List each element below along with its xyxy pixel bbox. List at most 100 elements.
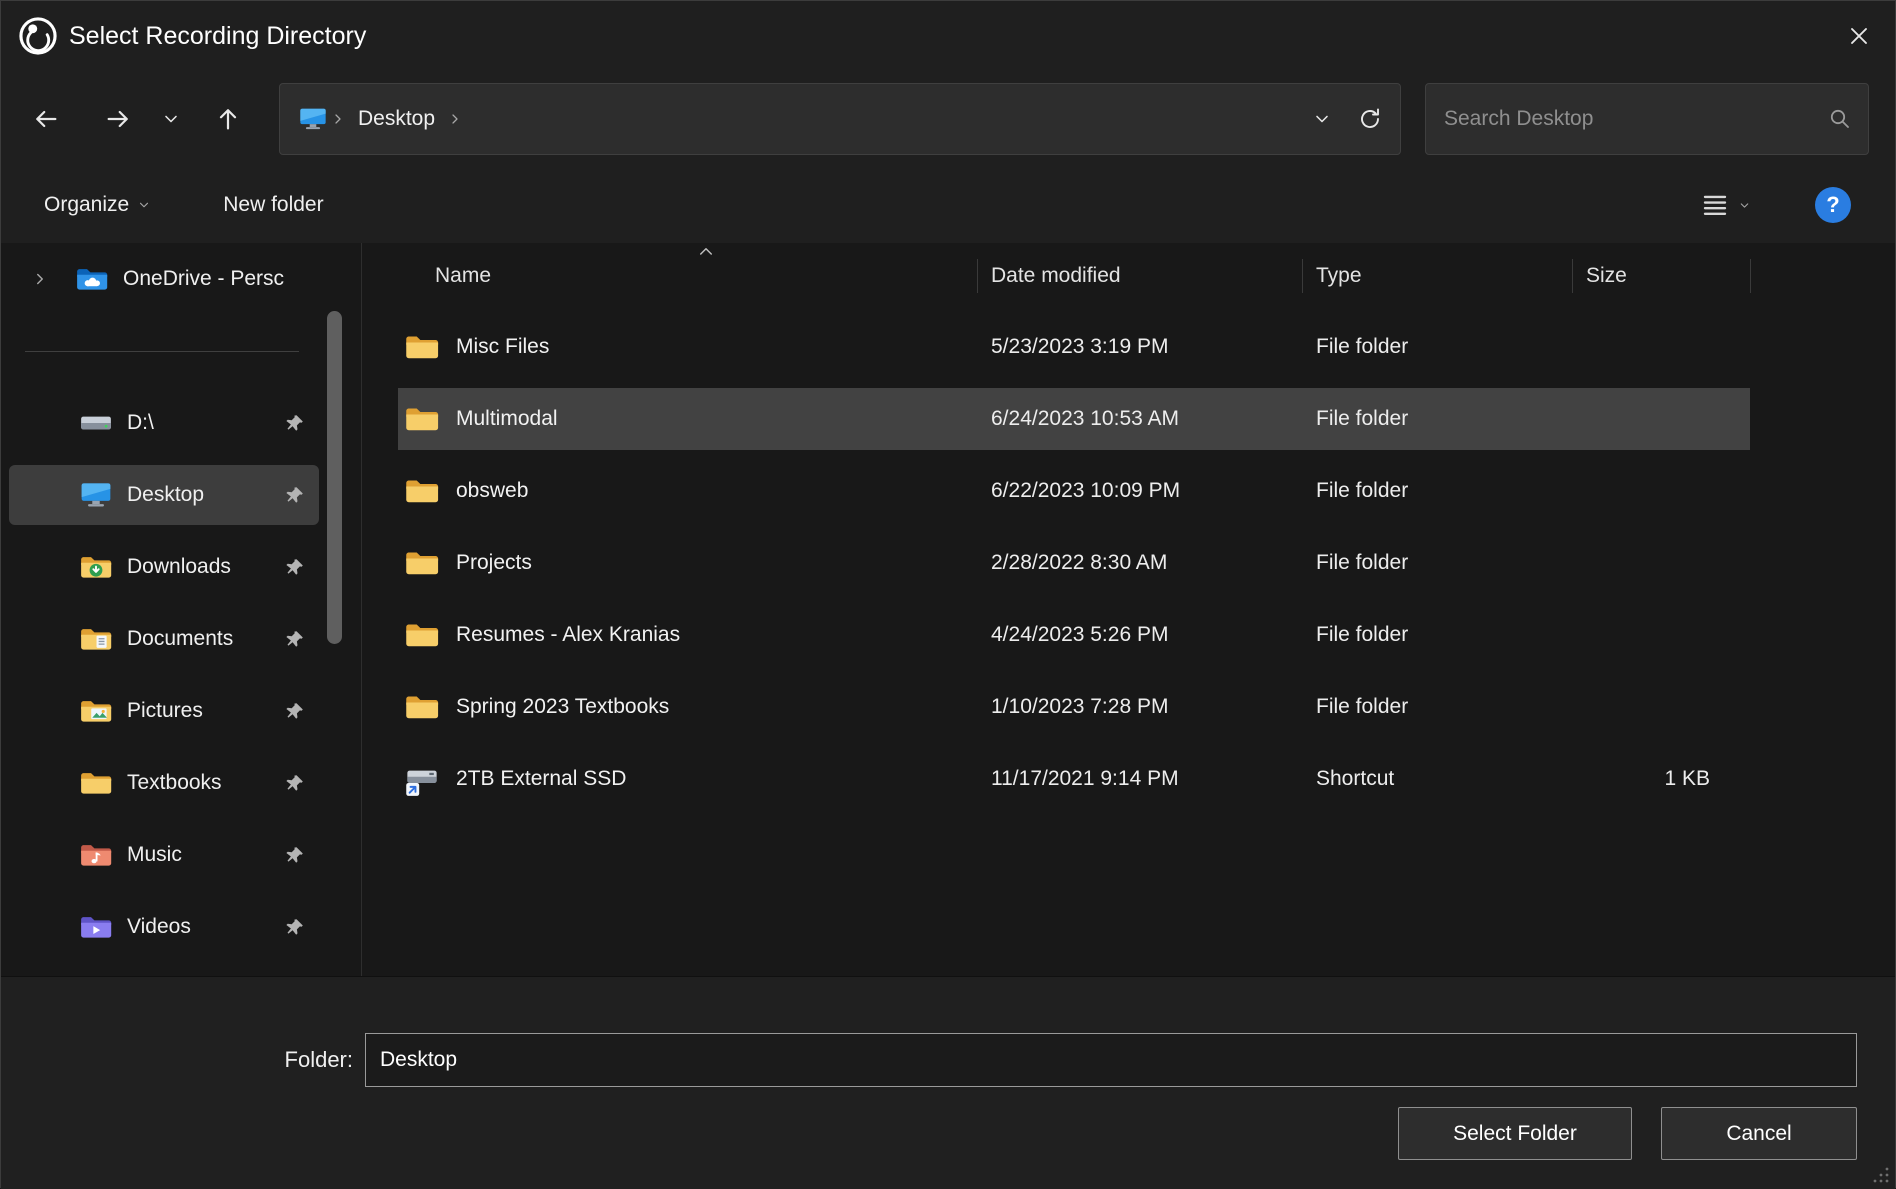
forward-button[interactable]: [91, 92, 145, 146]
pin-icon[interactable]: [283, 699, 307, 723]
new-folder-button[interactable]: New folder: [211, 183, 335, 227]
breadcrumb-separator-icon: [330, 111, 346, 127]
chevron-down-icon: [161, 109, 181, 129]
help-icon: ?: [1826, 192, 1839, 218]
up-button[interactable]: [201, 92, 255, 146]
file-row-obsweb[interactable]: obsweb 6/22/2023 10:09 PM File folder: [398, 455, 1750, 527]
navigation-toolbar: Desktop: [1, 71, 1895, 167]
file-date-modified: 2/28/2022 8:30 AM: [977, 551, 1302, 575]
music-folder-icon: [79, 838, 113, 872]
folder-icon: [404, 617, 440, 653]
organize-button[interactable]: Organize: [32, 183, 163, 227]
column-divider[interactable]: [1750, 259, 1751, 293]
folder-icon: [404, 689, 440, 725]
sidebar-item-d-drive[interactable]: D:\: [9, 393, 319, 453]
chevron-down-icon: [137, 198, 151, 212]
sidebar-item-downloads[interactable]: Downloads: [9, 537, 319, 597]
sidebar-item-label: Textbooks: [127, 771, 222, 795]
sidebar-item-videos[interactable]: Videos: [9, 897, 319, 957]
file-type: File folder: [1302, 479, 1572, 503]
file-row-spring-2023-textbooks[interactable]: Spring 2023 Textbooks 1/10/2023 7:28 PM …: [398, 671, 1750, 743]
pictures-folder-icon: [79, 694, 113, 728]
desktop-location-icon: [298, 104, 328, 134]
organize-label: Organize: [44, 193, 129, 217]
address-bar[interactable]: Desktop: [279, 83, 1401, 155]
help-button[interactable]: ?: [1815, 187, 1851, 223]
file-name: 2TB External SSD: [456, 767, 626, 791]
sidebar-scrollbar[interactable]: [327, 311, 342, 644]
downloads-folder-icon: [79, 550, 113, 584]
close-button[interactable]: [1823, 1, 1895, 71]
sidebar-item-onedrive[interactable]: OneDrive - Persc: [9, 249, 319, 309]
chevron-down-icon: [1738, 199, 1751, 212]
search-icon[interactable]: [1828, 107, 1852, 131]
pin-icon[interactable]: [283, 627, 307, 651]
sidebar-divider: [1, 315, 361, 387]
column-header-size[interactable]: Size: [1572, 264, 1750, 288]
file-name: Misc Files: [456, 335, 549, 359]
file-type: File folder: [1302, 551, 1572, 575]
select-folder-button[interactable]: Select Folder: [1398, 1107, 1632, 1160]
file-date-modified: 1/10/2023 7:28 PM: [977, 695, 1302, 719]
back-arrow-icon: [32, 105, 60, 133]
breadcrumb-separator-icon[interactable]: [447, 111, 463, 127]
select-recording-directory-dialog: Select Recording Directory: [0, 0, 1896, 1188]
column-header-date-modified[interactable]: Date modified: [977, 264, 1302, 288]
breadcrumb-desktop[interactable]: Desktop: [348, 101, 445, 137]
command-bar-right: ?: [1688, 180, 1895, 230]
sidebar-item-documents[interactable]: Documents: [9, 609, 319, 669]
file-type: File folder: [1302, 623, 1572, 647]
pin-icon[interactable]: [283, 483, 307, 507]
column-divider[interactable]: [977, 259, 978, 293]
column-headers: Name Date modified Type Size: [362, 243, 1895, 309]
search-box[interactable]: [1425, 83, 1869, 155]
forward-arrow-icon: [104, 105, 132, 133]
file-row-misc-files[interactable]: Misc Files 5/23/2023 3:19 PM File folder: [398, 311, 1750, 383]
file-row-resumes[interactable]: Resumes - Alex Kranias 4/24/2023 5:26 PM…: [398, 599, 1750, 671]
sidebar-item-desktop[interactable]: Desktop: [9, 465, 319, 525]
column-divider[interactable]: [1302, 259, 1303, 293]
expand-chevron-icon[interactable]: [9, 270, 75, 288]
refresh-icon: [1358, 107, 1382, 131]
file-name: Resumes - Alex Kranias: [456, 623, 680, 647]
file-date-modified: 5/23/2023 3:19 PM: [977, 335, 1302, 359]
pin-icon[interactable]: [283, 843, 307, 867]
recent-locations-button[interactable]: [151, 92, 191, 146]
dialog-content: OneDrive - Persc D:\ Desktop: [1, 243, 1895, 976]
previous-locations-button[interactable]: [1298, 95, 1346, 143]
file-date-modified: 4/24/2023 5:26 PM: [977, 623, 1302, 647]
sidebar-item-pictures[interactable]: Pictures: [9, 681, 319, 741]
folder-icon: [404, 473, 440, 509]
search-input[interactable]: [1442, 106, 1828, 132]
folder-icon: [404, 545, 440, 581]
file-row-projects[interactable]: Projects 2/28/2022 8:30 AM File folder: [398, 527, 1750, 599]
sidebar-item-music[interactable]: Music: [9, 825, 319, 885]
file-type: File folder: [1302, 335, 1572, 359]
column-header-name[interactable]: Name: [398, 264, 977, 288]
sidebar-item-label: Desktop: [127, 483, 204, 507]
title-bar: Select Recording Directory: [1, 1, 1895, 71]
file-type: File folder: [1302, 695, 1572, 719]
change-view-button[interactable]: [1688, 180, 1763, 230]
sidebar-item-label: Documents: [127, 627, 233, 651]
pin-icon[interactable]: [283, 771, 307, 795]
file-row-2tb-external-ssd[interactable]: 2TB External SSD 11/17/2021 9:14 PM Shor…: [398, 743, 1750, 815]
back-button[interactable]: [19, 92, 73, 146]
new-folder-label: New folder: [223, 193, 323, 217]
pin-icon[interactable]: [283, 915, 307, 939]
sidebar-item-textbooks[interactable]: Textbooks: [9, 753, 319, 813]
file-name: Projects: [456, 551, 532, 575]
pin-icon[interactable]: [283, 411, 307, 435]
column-divider[interactable]: [1572, 259, 1573, 293]
resize-grip[interactable]: [1872, 1166, 1890, 1184]
refresh-button[interactable]: [1346, 95, 1394, 143]
file-list-pane: Name Date modified Type Size Misc Files …: [361, 243, 1895, 976]
cancel-button[interactable]: Cancel: [1661, 1107, 1857, 1160]
file-name: Multimodal: [456, 407, 558, 431]
details-view-icon: [1700, 190, 1730, 220]
pin-icon[interactable]: [283, 555, 307, 579]
file-row-multimodal[interactable]: Multimodal 6/24/2023 10:53 AM File folde…: [398, 383, 1750, 455]
up-arrow-icon: [214, 105, 242, 133]
column-header-type[interactable]: Type: [1302, 264, 1572, 288]
folder-name-input[interactable]: [365, 1033, 1857, 1087]
